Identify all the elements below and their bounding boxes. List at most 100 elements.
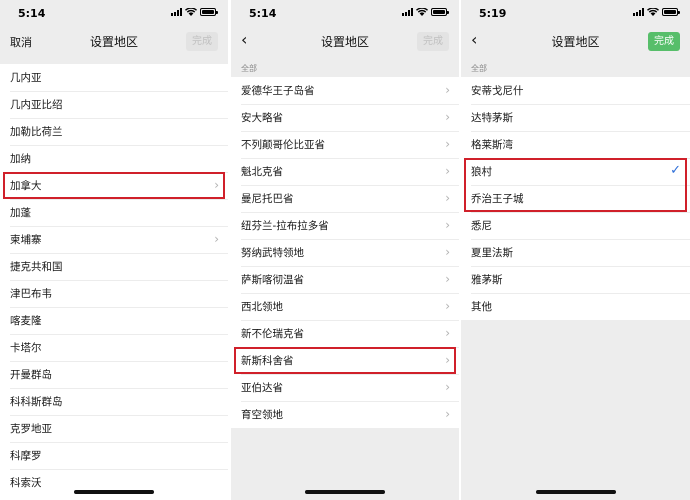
province-list: 爱德华王子岛省 › 安大略省 › 不列颠哥伦比亚省 › 魁北克省 › 曼尼托巴省 › 纽芬兰-拉布拉… [231, 77, 459, 428]
chevron-right-icon: › [445, 191, 450, 205]
chevron-right-icon: › [445, 218, 450, 232]
list-item-label: 加蓬 [10, 207, 31, 219]
list-item[interactable]: 柬埔寨 › [0, 226, 228, 253]
list-item[interactable]: 雅茅斯 [461, 266, 690, 293]
list-item[interactable]: 克罗地亚 [0, 415, 228, 442]
list-item-label: 科摩罗 [10, 450, 42, 462]
list-item-label: 柬埔寨 [10, 234, 42, 246]
list-item[interactable]: 捷克共和国 [0, 253, 228, 280]
status-bar: 5:19 [461, 0, 690, 26]
status-time: 5:14 [249, 7, 277, 20]
navigation-bar: ‹ 设置地区 完成 [231, 26, 459, 56]
home-indicator [74, 490, 154, 494]
signal-icon [171, 8, 182, 16]
list-item[interactable]: 纽芬兰-拉布拉多省 › [231, 212, 459, 239]
list-item-label: 新不伦瑞克省 [241, 328, 304, 340]
list-item[interactable]: 新斯科舍省 › [231, 347, 459, 374]
list-item-label: 悉尼 [471, 220, 492, 232]
list-item-label: 格莱斯湾 [471, 139, 513, 151]
list-item[interactable]: 达特茅斯 [461, 104, 690, 131]
battery-icon [662, 8, 680, 16]
list-item-label: 其他 [471, 301, 492, 313]
list-item-label: 不列颠哥伦比亚省 [241, 139, 325, 151]
list-item-label: 达特茅斯 [471, 112, 513, 124]
status-bar: 5:14 [231, 0, 459, 26]
list-item[interactable]: 加纳 [0, 145, 228, 172]
chevron-right-icon: › [445, 272, 450, 286]
list-item[interactable]: 加蓬 [0, 199, 228, 226]
list-item-label: 乔治王子城 [471, 193, 524, 205]
list-item[interactable]: 几内亚 [0, 64, 228, 91]
signal-icon [402, 8, 413, 16]
section-header: 全部 [241, 64, 257, 73]
list-item-label: 津巴布韦 [10, 288, 52, 300]
list-item[interactable]: 喀麦隆 [0, 307, 228, 334]
wifi-icon [185, 8, 197, 16]
list-item[interactable]: 加拿大 › [0, 172, 228, 199]
list-item-label: 夏里法斯 [471, 247, 513, 259]
chevron-right-icon: › [445, 299, 450, 313]
list-item[interactable]: 科摩罗 [0, 442, 228, 469]
list-item[interactable]: 开曼群岛 [0, 361, 228, 388]
region-screen-country: 5:14 取消 设置地区 完成 几内亚 几内亚比绍 加勒比荷兰 加纳 加拿大 › 加蓬 柬埔寨… [0, 0, 228, 500]
list-item-label: 科索沃 [10, 477, 42, 489]
chevron-right-icon: › [214, 232, 219, 246]
chevron-right-icon: › [445, 83, 450, 97]
list-item-label: 安蒂戈尼什 [471, 85, 524, 97]
list-item-label: 几内亚 [10, 72, 42, 84]
list-item-label: 雅茅斯 [471, 274, 503, 286]
list-item[interactable]: 西北领地 › [231, 293, 459, 320]
checkmark-icon: ✓ [670, 163, 681, 178]
done-button[interactable]: 完成 [648, 32, 680, 51]
list-item[interactable]: 努纳武特领地 › [231, 239, 459, 266]
list-item[interactable]: 乔治王子城 [461, 185, 690, 212]
list-item-label: 曼尼托巴省 [241, 193, 294, 205]
list-item-label: 新斯科舍省 [241, 355, 294, 367]
status-bar: 5:14 [0, 0, 228, 26]
list-item-label: 科科斯群岛 [10, 396, 63, 408]
section-header: 全部 [471, 64, 487, 73]
list-item[interactable]: 科科斯群岛 [0, 388, 228, 415]
country-list: 几内亚几内亚比绍 加勒比荷兰加纳加拿大 › 加蓬柬埔寨 › 捷克共和国津巴布韦喀麦隆卡塔尔… [0, 64, 228, 500]
list-item[interactable]: 夏里法斯 [461, 239, 690, 266]
list-item-label: 加拿大 [10, 180, 42, 192]
chevron-right-icon: › [445, 407, 450, 421]
list-item[interactable]: 卡塔尔 [0, 334, 228, 361]
battery-icon [200, 8, 218, 16]
done-button[interactable]: 完成 [186, 32, 218, 51]
list-item-label: 魁北克省 [241, 166, 283, 178]
list-item[interactable]: 安蒂戈尼什 [461, 77, 690, 104]
list-item[interactable]: 魁北克省 › [231, 158, 459, 185]
done-button[interactable]: 完成 [417, 32, 449, 51]
list-item[interactable]: 其他 [461, 293, 690, 320]
list-item[interactable]: 津巴布韦 [0, 280, 228, 307]
chevron-right-icon: › [445, 137, 450, 151]
chevron-right-icon: › [445, 245, 450, 259]
list-item[interactable]: 狼村 ✓ [461, 158, 690, 185]
list-item[interactable]: 悉尼 [461, 212, 690, 239]
list-item[interactable]: 不列颠哥伦比亚省 › [231, 131, 459, 158]
list-item[interactable]: 新不伦瑞克省 › [231, 320, 459, 347]
list-item[interactable]: 格莱斯湾 [461, 131, 690, 158]
list-item-label: 加纳 [10, 153, 31, 165]
list-item[interactable]: 曼尼托巴省 › [231, 185, 459, 212]
list-item-label: 安大略省 [241, 112, 283, 124]
list-item-label: 喀麦隆 [10, 315, 42, 327]
list-item[interactable]: 几内亚比绍 [0, 91, 228, 118]
status-time: 5:14 [18, 7, 46, 20]
list-item[interactable]: 亚伯达省 › [231, 374, 459, 401]
list-item-label: 捷克共和国 [10, 261, 63, 273]
chevron-right-icon: › [214, 178, 219, 192]
chevron-right-icon: › [445, 326, 450, 340]
navigation-bar: ‹ 设置地区 完成 [461, 26, 690, 56]
list-item[interactable]: 育空领地 › [231, 401, 459, 428]
list-item[interactable]: 安大略省 › [231, 104, 459, 131]
wifi-icon [416, 8, 428, 16]
list-item[interactable]: 加勒比荷兰 [0, 118, 228, 145]
list-item[interactable]: 萨斯喀彻温省 › [231, 266, 459, 293]
list-item-label: 克罗地亚 [10, 423, 52, 435]
list-item[interactable]: 爱德华王子岛省 › [231, 77, 459, 104]
chevron-right-icon: › [445, 353, 450, 367]
list-item-label: 萨斯喀彻温省 [241, 274, 304, 286]
signal-icon [633, 8, 644, 16]
